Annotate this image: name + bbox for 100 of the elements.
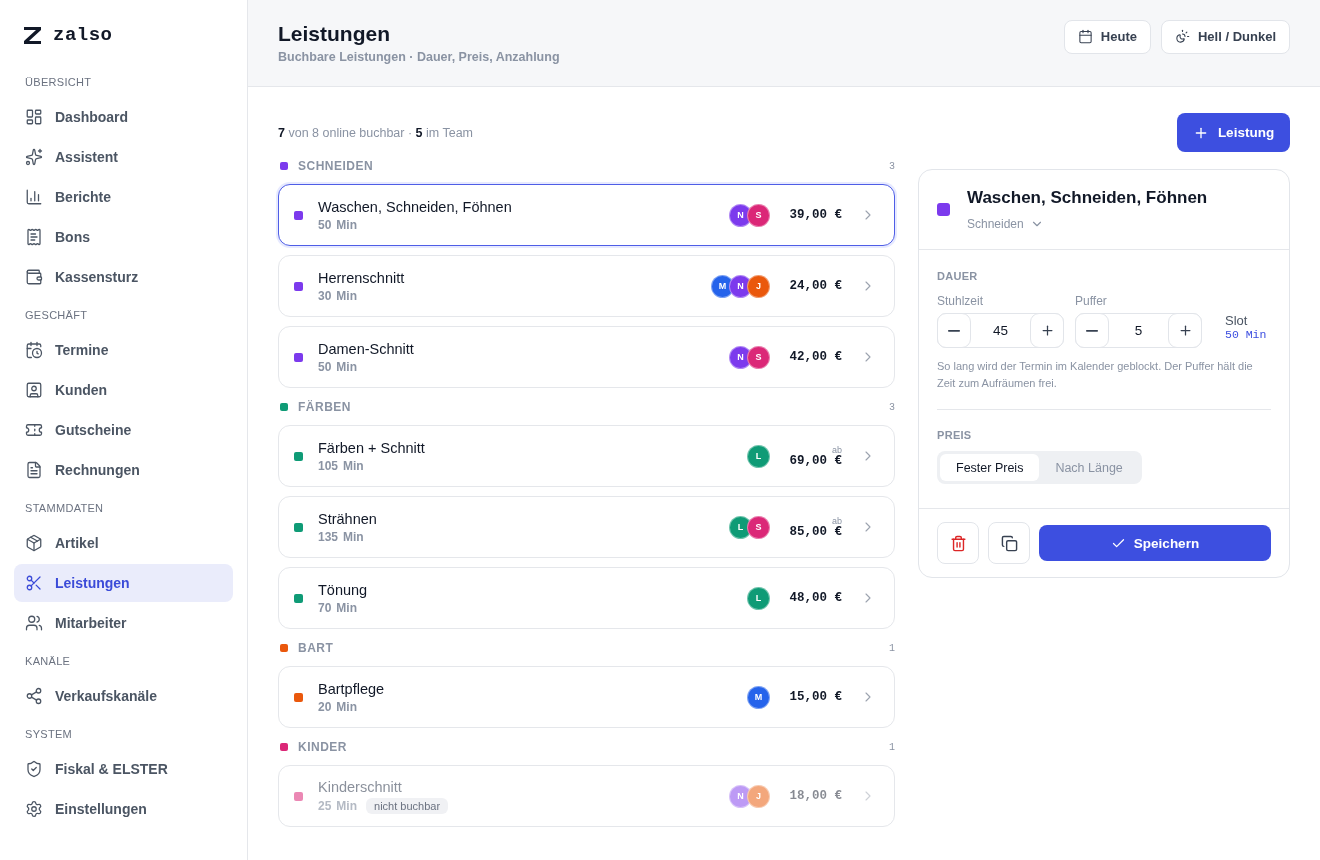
service-card[interactable]: Strähnen 135 Min L S ab 85,00 € bbox=[278, 496, 895, 558]
nav-item[interactable]: Kassensturz bbox=[14, 258, 233, 296]
nav-item[interactable]: Rechnungen bbox=[14, 451, 233, 489]
dashboard-icon bbox=[25, 108, 43, 126]
save-button[interactable]: Speichern bbox=[1039, 525, 1271, 561]
nav-item[interactable]: Leistungen bbox=[14, 564, 233, 602]
service-name: Damen-Schnitt bbox=[318, 340, 415, 357]
trash-icon bbox=[949, 534, 967, 552]
header-button[interactable]: Heute bbox=[1063, 19, 1151, 54]
service-price: 18,00 € bbox=[789, 789, 842, 803]
field-label: Stuhlzeit bbox=[937, 294, 985, 308]
group-count: 1 bbox=[889, 741, 895, 753]
nav-item[interactable]: Fiskal & ELSTER bbox=[14, 750, 233, 788]
nav-item[interactable]: Termine bbox=[14, 331, 233, 369]
nav-item[interactable]: Mitarbeiter bbox=[14, 604, 233, 642]
number-stepper[interactable]: 5 bbox=[1075, 313, 1202, 348]
group-title: SCHNEIDEN bbox=[298, 159, 375, 173]
service-card[interactable]: Bartpflege 20 Min M 15,00 € bbox=[278, 666, 895, 728]
duration-value: 135 bbox=[318, 529, 339, 544]
slot-value: 50 Min bbox=[1225, 328, 1267, 341]
service-name: Herrenschnitt bbox=[318, 269, 406, 286]
status-badge: nicht buchbar bbox=[366, 797, 449, 814]
receipt-icon bbox=[25, 228, 43, 246]
staff-avatar: M bbox=[711, 274, 734, 298]
section-title: SYSTEM bbox=[24, 728, 74, 742]
slot-label: Slot bbox=[1225, 313, 1249, 328]
nav-item[interactable]: Verkaufskanäle bbox=[14, 677, 233, 715]
nav-item[interactable]: Dashboard bbox=[14, 98, 233, 136]
group-title: KINDER bbox=[298, 740, 348, 754]
increment-button[interactable] bbox=[1030, 313, 1064, 348]
document-icon bbox=[25, 461, 43, 479]
service-price: 85,00 € bbox=[789, 524, 842, 539]
duration-value: 25 bbox=[318, 798, 332, 813]
nav-item[interactable]: Assistent bbox=[14, 138, 233, 176]
duration-unit: Min bbox=[336, 288, 358, 303]
delete-button[interactable] bbox=[937, 522, 979, 564]
section-title: ÜBERSICHT bbox=[24, 76, 93, 90]
field-label: Puffer bbox=[1075, 294, 1108, 308]
brand-name: zalso bbox=[53, 24, 113, 46]
add-service-button[interactable]: Leistung bbox=[1177, 113, 1290, 152]
ticket-icon bbox=[25, 421, 43, 439]
duration-unit: Min bbox=[336, 798, 358, 813]
service-name: Strähnen bbox=[318, 510, 378, 527]
duration-value: 50 bbox=[318, 217, 332, 232]
staff-avatar: S bbox=[747, 203, 770, 227]
service-name: Kinderschnitt bbox=[318, 778, 403, 795]
service-card[interactable]: Färben + Schnitt 105 Min L ab 69,00 € bbox=[278, 425, 895, 487]
staff-avatar: N bbox=[729, 203, 752, 227]
page-title: Leistungen bbox=[278, 22, 391, 46]
service-card[interactable]: Waschen, Schneiden, Föhnen 50 Min N S 39,00 € bbox=[278, 184, 895, 246]
group-count: 3 bbox=[889, 160, 895, 172]
plus-icon bbox=[1039, 323, 1055, 338]
service-card[interactable]: Herrenschnitt 30 Min M N J 24,00 € bbox=[278, 255, 895, 317]
scissors-icon bbox=[25, 574, 43, 592]
decrement-button[interactable] bbox=[1075, 313, 1109, 348]
detail-title: Waschen, Schneiden, Föhnen bbox=[967, 188, 1208, 208]
staff-avatar: S bbox=[747, 345, 770, 369]
settings-icon bbox=[25, 800, 43, 818]
nav-item[interactable]: Berichte bbox=[14, 178, 233, 216]
wallet-icon bbox=[25, 268, 43, 286]
duplicate-button[interactable] bbox=[988, 522, 1030, 564]
service-card[interactable]: Damen-Schnitt 50 Min N S 42,00 € bbox=[278, 326, 895, 388]
staff-avatar: L bbox=[747, 444, 770, 468]
segment-option[interactable]: Fester Preis bbox=[940, 454, 1040, 481]
stepper-value: 45 bbox=[992, 323, 1009, 338]
staff-avatar: N bbox=[729, 784, 752, 808]
service-price: 42,00 € bbox=[789, 350, 842, 364]
duration-unit: Min bbox=[343, 458, 364, 473]
calendar-clock-icon bbox=[25, 341, 43, 359]
section-title: STAMMDATEN bbox=[24, 502, 105, 516]
service-price: 24,00 € bbox=[789, 279, 842, 293]
logo-icon bbox=[23, 25, 43, 45]
copy-icon bbox=[1000, 534, 1018, 552]
section-title: GESCHÄFT bbox=[24, 309, 89, 323]
group-count: 3 bbox=[889, 401, 895, 413]
nav-item[interactable]: Einstellungen bbox=[14, 790, 233, 828]
increment-button[interactable] bbox=[1168, 313, 1202, 348]
number-stepper[interactable]: 45 bbox=[937, 313, 1064, 348]
duration-unit: Min bbox=[336, 600, 358, 615]
service-card[interactable]: Tönung 70 Min L 48,00 € bbox=[278, 567, 895, 629]
duration-unit: Min bbox=[343, 529, 364, 544]
header-button[interactable]: Hell / Dunkel bbox=[1160, 19, 1290, 54]
price-prefix: ab bbox=[832, 515, 842, 526]
nav-item[interactable]: Gutscheine bbox=[14, 411, 233, 449]
service-name: Färben + Schnitt bbox=[318, 439, 426, 456]
plus-icon bbox=[1177, 323, 1193, 338]
users-icon bbox=[25, 614, 43, 632]
staff-avatar: J bbox=[747, 784, 770, 808]
nav-item[interactable]: Bons bbox=[14, 218, 233, 256]
decrement-button[interactable] bbox=[937, 313, 971, 348]
duration-unit: Min bbox=[336, 217, 358, 232]
nav-item[interactable]: Kunden bbox=[14, 371, 233, 409]
service-price: 39,00 € bbox=[789, 208, 842, 222]
price-prefix: ab bbox=[832, 444, 842, 455]
service-card[interactable]: Kinderschnitt 25 Min nicht buchbar N J 18,00 € bbox=[278, 765, 895, 827]
share-icon bbox=[25, 687, 43, 705]
staff-avatar: L bbox=[729, 515, 752, 539]
duration-hint: So lang wird der Termin im Kalender geblockt. Der Puffer hält die Zeit zum Aufräumen frei. bbox=[937, 358, 1271, 410]
service-price: 15,00 € bbox=[789, 690, 842, 704]
nav-item[interactable]: Artikel bbox=[14, 524, 233, 562]
